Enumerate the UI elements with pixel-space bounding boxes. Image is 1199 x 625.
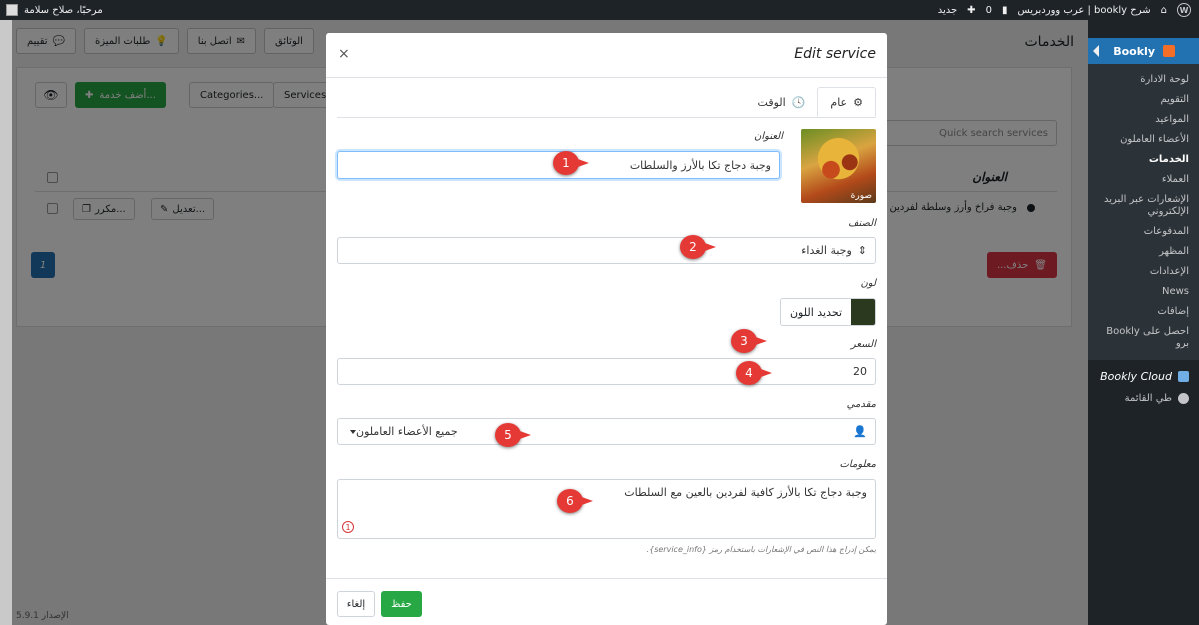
service-image[interactable]: صورة — [801, 129, 876, 203]
close-icon[interactable]: × — [338, 46, 350, 62]
sidebar-item-label: Bookly — [1113, 44, 1155, 58]
callout-5: 5 — [495, 423, 535, 447]
callout-3: 3 — [731, 329, 771, 353]
category-select[interactable]: ⇕ وجبة الغداء — [337, 237, 876, 264]
image-caption: صورة — [850, 191, 872, 201]
color-picker-label: تحديد اللون — [789, 305, 843, 319]
home-icon[interactable]: ⌂ — [1161, 5, 1167, 16]
sidebar-item-dashboard[interactable]: لوحة الادارة — [1088, 70, 1199, 90]
collapse-icon — [1178, 393, 1189, 404]
admin-bar-right: W ⌂ شرح bookly | عرب ووردبريس ▮ 0 ✚ جديد — [938, 0, 1191, 20]
callout-1-arrow — [575, 158, 589, 168]
comments-count[interactable]: 0 — [986, 5, 992, 16]
sidebar-item-services[interactable]: الخدمات — [1088, 150, 1199, 170]
sidebar-item-calendar[interactable]: التقويم — [1088, 90, 1199, 110]
tab-time-label: الوقت — [757, 95, 786, 109]
cloud-icon — [1178, 371, 1189, 382]
admin-bar: W ⌂ شرح bookly | عرب ووردبريس ▮ 0 ✚ جديد… — [0, 0, 1199, 20]
cancel-button[interactable]: إلغاء — [337, 591, 375, 617]
callout-2-arrow — [702, 242, 716, 252]
providers-dropdown-value: جميع الأعضاء العاملون — [356, 425, 458, 438]
sidebar-item-settings[interactable]: الإعدادات — [1088, 262, 1199, 282]
modal-footer-divider — [326, 578, 887, 579]
left-scroll-strip — [0, 20, 12, 625]
providers-dropdown[interactable]: 👤 جميع الأعضاء العاملون — [337, 418, 876, 445]
clock-icon: 🕓 — [791, 95, 806, 109]
sidebar-item-bookly-cloud[interactable]: Bookly Cloud — [1088, 360, 1199, 393]
sidebar-item-appointments[interactable]: المواعيد — [1088, 110, 1199, 130]
tab-general-label: عام — [830, 95, 848, 109]
callout-4-arrow — [758, 368, 772, 378]
title-input-value: وجبة دجاج تكا بالأرز والسلطات — [629, 158, 771, 172]
callout-1: 1 — [553, 151, 593, 175]
info-textarea[interactable]: وجبة دجاج تكا بالأرز كافية لفردين بالعين… — [337, 479, 876, 539]
tab-general[interactable]: ⚙ عام — [817, 87, 876, 117]
category-select-value: وجبة الغداء — [801, 244, 852, 257]
category-label: الصنف — [848, 218, 876, 229]
sidebar-item-customers[interactable]: العملاء — [1088, 170, 1199, 190]
sidebar-item-email-notifications[interactable]: الإشعارات عبر البريد الإلكتروني — [1088, 190, 1199, 222]
price-label: السعر — [850, 339, 876, 350]
bookly-cloud-label: Bookly Cloud — [1100, 370, 1172, 383]
gear-icon: ⚙ — [853, 95, 863, 109]
color-swatch — [851, 299, 875, 325]
user-icon: 👤 — [853, 425, 867, 438]
title-label: العنوان — [754, 131, 783, 142]
info-hint: يمكن إدراج هذا النص في الإشعارات باستخدا… — [646, 545, 876, 554]
sidebar-item-bookly[interactable]: Bookly — [1088, 38, 1199, 64]
callout-3-arrow — [753, 336, 767, 346]
callout-4: 4 — [736, 361, 776, 385]
sidebar-item-staff[interactable]: الأعضاء العاملون — [1088, 130, 1199, 150]
collapse-menu-button[interactable]: طي القائمة — [1088, 393, 1199, 404]
info-textarea-value: وجبة دجاج تكا بالأرز كافية لفردين بالعين… — [624, 486, 867, 499]
save-button[interactable]: حفظ — [381, 591, 422, 617]
sidebar-item-get-pro[interactable]: احصل على Bookly برو — [1088, 322, 1199, 354]
price-input-value: 20 — [853, 365, 867, 378]
tab-time[interactable]: 🕓 الوقت — [746, 87, 818, 117]
providers-label: مقدمي — [846, 399, 876, 410]
plus-icon[interactable]: ✚ — [967, 5, 975, 16]
callout-5-arrow — [517, 430, 531, 440]
sidebar-item-addons[interactable]: إضافات — [1088, 302, 1199, 322]
callout-6: 6 — [557, 489, 597, 513]
sidebar-item-payments[interactable]: المدفوعات — [1088, 222, 1199, 242]
price-input[interactable]: 20 — [337, 358, 876, 385]
color-picker-button[interactable]: تحديد اللون — [780, 298, 876, 326]
edit-service-modal: Edit service × ⚙ عام 🕓 الوقت صورة العنوا… — [326, 33, 887, 625]
modal-title: Edit service — [794, 46, 876, 62]
greeting[interactable]: مرحبًا، صلاح سلامة — [24, 5, 103, 16]
callout-6-arrow — [579, 496, 593, 506]
collapse-menu-label: طي القائمة — [1124, 393, 1172, 404]
sidebar-item-appearance[interactable]: المظهر — [1088, 242, 1199, 262]
modal-tabs: ⚙ عام 🕓 الوقت — [746, 87, 876, 117]
site-title-link[interactable]: شرح bookly | عرب ووردبريس — [1017, 5, 1150, 16]
admin-sidebar: Bookly لوحة الادارة التقويم المواعيد الأ… — [1088, 20, 1199, 625]
sidebar-item-news[interactable]: News — [1088, 282, 1199, 302]
admin-bar-left: مرحبًا، صلاح سلامة — [6, 0, 103, 20]
wordpress-logo-icon[interactable]: W — [1177, 3, 1191, 17]
color-label: لون — [860, 278, 876, 289]
callout-2: 2 — [680, 235, 720, 259]
providers-value-wrap: جميع الأعضاء العاملون — [346, 425, 458, 438]
info-label: معلومات — [839, 459, 876, 470]
warning-icon: 1 — [342, 521, 354, 533]
avatar[interactable] — [6, 4, 18, 16]
tabs-divider — [337, 117, 876, 118]
sidebar-submenu: لوحة الادارة التقويم المواعيد الأعضاء ال… — [1088, 64, 1199, 360]
modal-header-divider — [326, 77, 887, 78]
chevron-down-icon — [350, 429, 356, 434]
comments-icon[interactable]: ▮ — [1002, 5, 1008, 16]
new-link[interactable]: جديد — [938, 5, 957, 16]
select-arrows-icon: ⇕ — [857, 244, 867, 257]
bookly-icon — [1163, 45, 1175, 57]
